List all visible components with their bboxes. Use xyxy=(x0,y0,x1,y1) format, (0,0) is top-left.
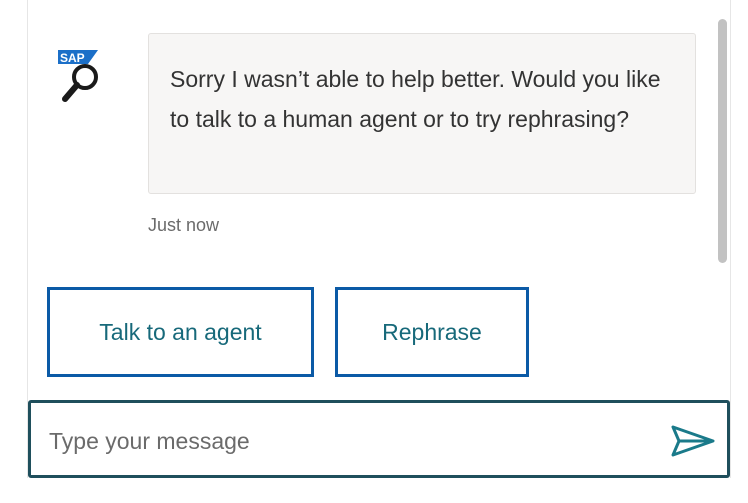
sap-search-logo-icon: SAP xyxy=(58,50,98,102)
scrollbar[interactable] xyxy=(716,0,730,400)
message-timestamp: Just now xyxy=(148,215,220,235)
bot-message-text: Sorry I wasn’t able to help better. Woul… xyxy=(170,66,661,132)
rephrase-button[interactable]: Rephrase xyxy=(335,287,529,377)
bot-message-bubble: Sorry I wasn’t able to help better. Woul… xyxy=(148,33,696,194)
chat-transcript[interactable]: SAP Sorry I wasn’t able to help better. … xyxy=(28,0,730,400)
message-composer xyxy=(28,400,730,478)
message-input[interactable] xyxy=(49,421,649,461)
scrollbar-thumb[interactable] xyxy=(718,19,727,263)
send-icon xyxy=(671,425,715,457)
chat-window: SAP Sorry I wasn’t able to help better. … xyxy=(27,0,731,478)
svg-text:SAP: SAP xyxy=(60,51,85,65)
bot-avatar: SAP xyxy=(58,50,104,104)
send-button[interactable] xyxy=(667,423,717,459)
talk-to-agent-button[interactable]: Talk to an agent xyxy=(47,287,314,377)
